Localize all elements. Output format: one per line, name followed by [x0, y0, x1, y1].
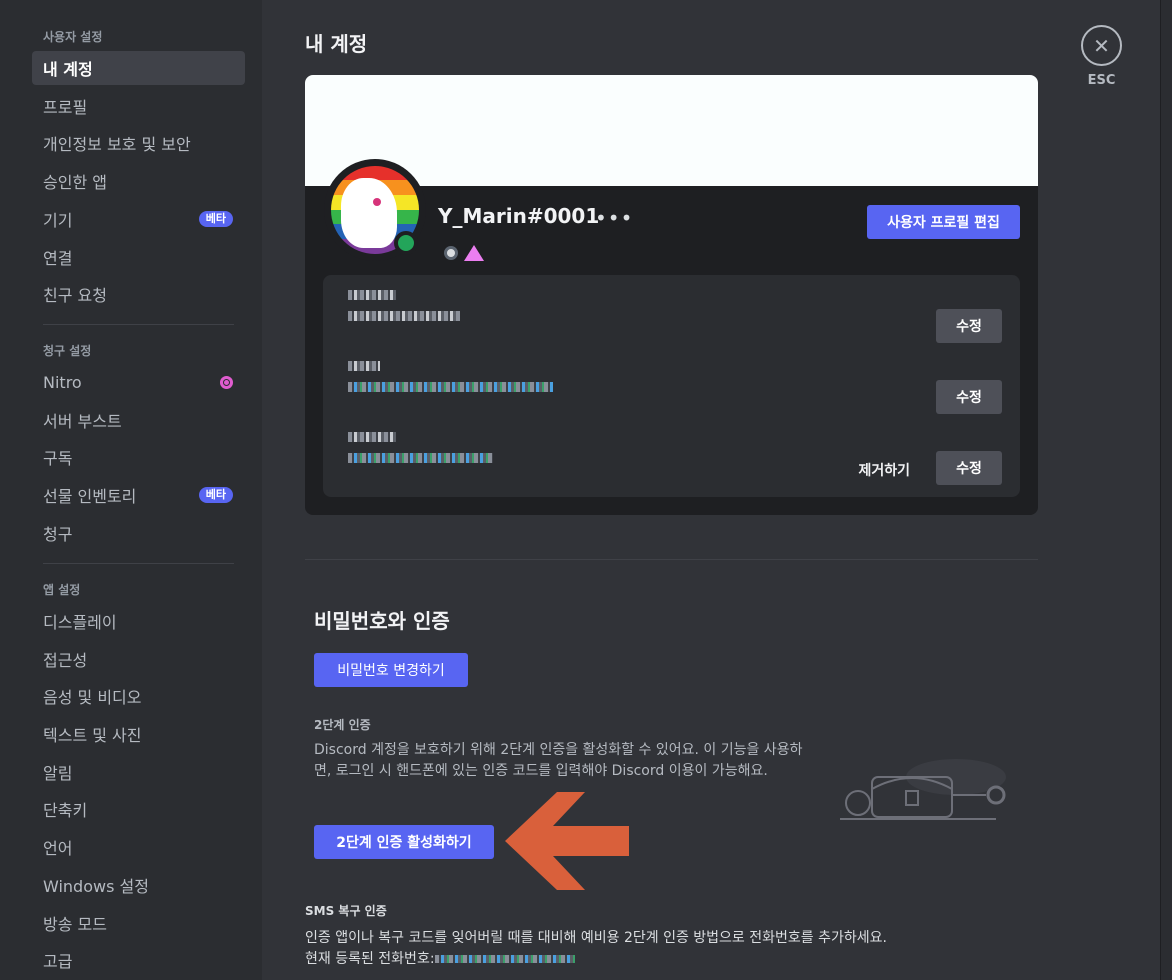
sidebar-item-label: 승인한 앱: [43, 173, 107, 192]
profile-badges: [444, 245, 484, 261]
sidebar-item-text-images[interactable]: 텍스트 및 사진: [32, 717, 245, 751]
sidebar-item-friend-requests[interactable]: 친구 요청: [32, 277, 245, 311]
sidebar-item-accessibility[interactable]: 접근성: [32, 642, 245, 676]
sidebar-item-gift-inventory[interactable]: 선물 인벤토리 베타: [32, 478, 245, 512]
sidebar-item-label: 개인정보 보호 및 보안: [43, 135, 191, 154]
settings-sidebar: 사용자 설정 내 계정 프로필 개인정보 보호 및 보안 승인한 앱 기기 베타 …: [0, 0, 262, 980]
sidebar-item-notifications[interactable]: 알림: [32, 755, 245, 789]
sidebar-item-label: 알림: [43, 764, 73, 783]
remove-phone-link[interactable]: 제거하기: [858, 460, 910, 480]
sms-desc-line-1: 인증 앱이나 복구 코드를 잊어버릴 때를 대비해 예비용 2단계 인증 방법으…: [305, 930, 887, 946]
left-arrow-annotation-icon: [505, 792, 629, 890]
sidebar-item-connections[interactable]: 연결: [32, 240, 245, 274]
avatar-character: [341, 178, 397, 248]
sms-desc-line-2: 현재 등록된 전화번호:: [305, 949, 887, 970]
sidebar-item-devices[interactable]: 기기 베타: [32, 202, 245, 236]
sidebar-item-advanced[interactable]: 고급: [32, 943, 245, 977]
sidebar-item-voice-video[interactable]: 음성 및 비디오: [32, 679, 245, 713]
field-value-redacted: [348, 309, 460, 325]
enable-2fa-button[interactable]: 2단계 인증 활성화하기: [314, 825, 494, 859]
close-icon[interactable]: ✕: [1081, 25, 1122, 66]
username: Y_Marin#0001: [438, 204, 600, 228]
sidebar-item-keybinds[interactable]: 단축키: [32, 792, 245, 826]
account-field-email: 수정: [323, 360, 1020, 420]
field-value-redacted: [348, 451, 493, 467]
sidebar-item-authorized-apps[interactable]: 승인한 앱: [32, 164, 245, 198]
beta-badge: 베타: [198, 487, 233, 503]
password-auth-title: 비밀번호와 인증: [314, 609, 450, 633]
sidebar-item-billing[interactable]: 청구: [32, 516, 245, 550]
two-factor-title: 2단계 인증: [314, 718, 371, 732]
sidebar-item-label: 음성 및 비디오: [43, 688, 142, 707]
two-factor-description: Discord 계정을 보호하기 위해 2단계 인증을 활성화할 수 있어요. …: [314, 742, 803, 779]
edit-user-profile-button[interactable]: 사용자 프로필 편집: [867, 205, 1020, 239]
treasure-chest-illustration-icon: [840, 759, 1006, 820]
profile-banner: [305, 75, 1038, 186]
hypesquad-badge-icon[interactable]: [464, 245, 484, 261]
sidebar-item-label: 기기: [43, 211, 73, 230]
sidebar-item-label: 방송 모드: [43, 915, 107, 934]
sidebar-item-my-account[interactable]: 내 계정: [32, 51, 245, 85]
sidebar-item-streamer-mode[interactable]: 방송 모드: [32, 906, 245, 940]
sidebar-item-display[interactable]: 디스플레이: [32, 604, 245, 638]
scrollbar-track[interactable]: [1160, 0, 1172, 980]
sidebar-item-label: 친구 요청: [43, 286, 107, 305]
sidebar-item-privacy[interactable]: 개인정보 보호 및 보안: [32, 126, 245, 160]
more-options-icon[interactable]: •••: [595, 206, 633, 230]
change-password-button[interactable]: 비밀번호 변경하기: [314, 653, 468, 687]
sidebar-item-language[interactable]: 언어: [32, 830, 245, 864]
registered-phone-label: 현재 등록된 전화번호:: [305, 951, 435, 967]
sidebar-item-label: 고급: [43, 952, 73, 971]
page-title: 내 계정: [305, 32, 368, 56]
section-divider: [305, 559, 1038, 560]
sidebar-item-label: Windows 설정: [43, 877, 149, 896]
account-fields-panel: 수정 수정 제거하기 수정: [323, 275, 1020, 497]
sidebar-item-nitro[interactable]: Nitro: [32, 365, 245, 399]
app-settings-header: 앱 설정: [43, 583, 81, 597]
sidebar-item-label: 언어: [43, 839, 73, 858]
field-label-redacted: [348, 431, 396, 445]
field-label-redacted: [348, 289, 396, 303]
sidebar-item-label: 서버 부스트: [43, 412, 122, 431]
sidebar-divider: [43, 324, 234, 325]
account-field-phone: 제거하기 수정: [323, 431, 1020, 491]
edit-phone-button[interactable]: 수정: [936, 451, 1002, 485]
user-settings-header: 사용자 설정: [43, 30, 103, 44]
sms-recovery-description: 인증 앱이나 복구 코드를 잊어버릴 때를 대비해 예비용 2단계 인증 방법으…: [305, 928, 887, 970]
sidebar-item-label: 텍스트 및 사진: [43, 726, 142, 745]
edit-username-button[interactable]: 수정: [936, 309, 1002, 343]
server-boost-badge-icon[interactable]: [444, 246, 458, 260]
beta-badge: 베타: [198, 211, 233, 227]
sidebar-item-label: 구독: [43, 449, 73, 468]
registered-phone-redacted: [434, 955, 575, 963]
sidebar-item-profile[interactable]: 프로필: [32, 89, 245, 123]
sidebar-item-label: 단축키: [43, 801, 88, 820]
field-label-redacted: [348, 360, 380, 374]
esc-label: ESC: [1087, 73, 1116, 88]
sidebar-item-label: 연결: [43, 249, 73, 268]
sidebar-item-server-boost[interactable]: 서버 부스트: [32, 403, 245, 437]
sidebar-item-label: 프로필: [43, 98, 88, 117]
sms-recovery-title: SMS 복구 인증: [305, 904, 387, 918]
sidebar-divider: [43, 563, 234, 564]
sidebar-item-label: 디스플레이: [43, 613, 117, 632]
sidebar-item-windows-settings[interactable]: Windows 설정: [32, 868, 245, 902]
sidebar-item-subscriptions[interactable]: 구독: [32, 440, 245, 474]
close-settings[interactable]: ✕ ESC: [1081, 25, 1123, 88]
sidebar-item-label: 청구: [43, 525, 73, 544]
sidebar-item-label: Nitro: [43, 372, 82, 392]
billing-settings-header: 청구 설정: [43, 344, 92, 358]
nitro-icon: [220, 376, 233, 389]
sidebar-item-label: 내 계정: [43, 60, 93, 79]
edit-email-button[interactable]: 수정: [936, 380, 1002, 414]
online-status-indicator: [394, 231, 418, 255]
sidebar-item-label: 선물 인벤토리: [43, 487, 137, 506]
account-field-username: 수정: [323, 289, 1020, 349]
sidebar-item-label: 접근성: [43, 651, 88, 670]
account-profile-card: Y_Marin#0001 ••• 사용자 프로필 편집 수정 수정 제거하기 수…: [305, 75, 1038, 515]
field-value-redacted: [348, 380, 553, 396]
